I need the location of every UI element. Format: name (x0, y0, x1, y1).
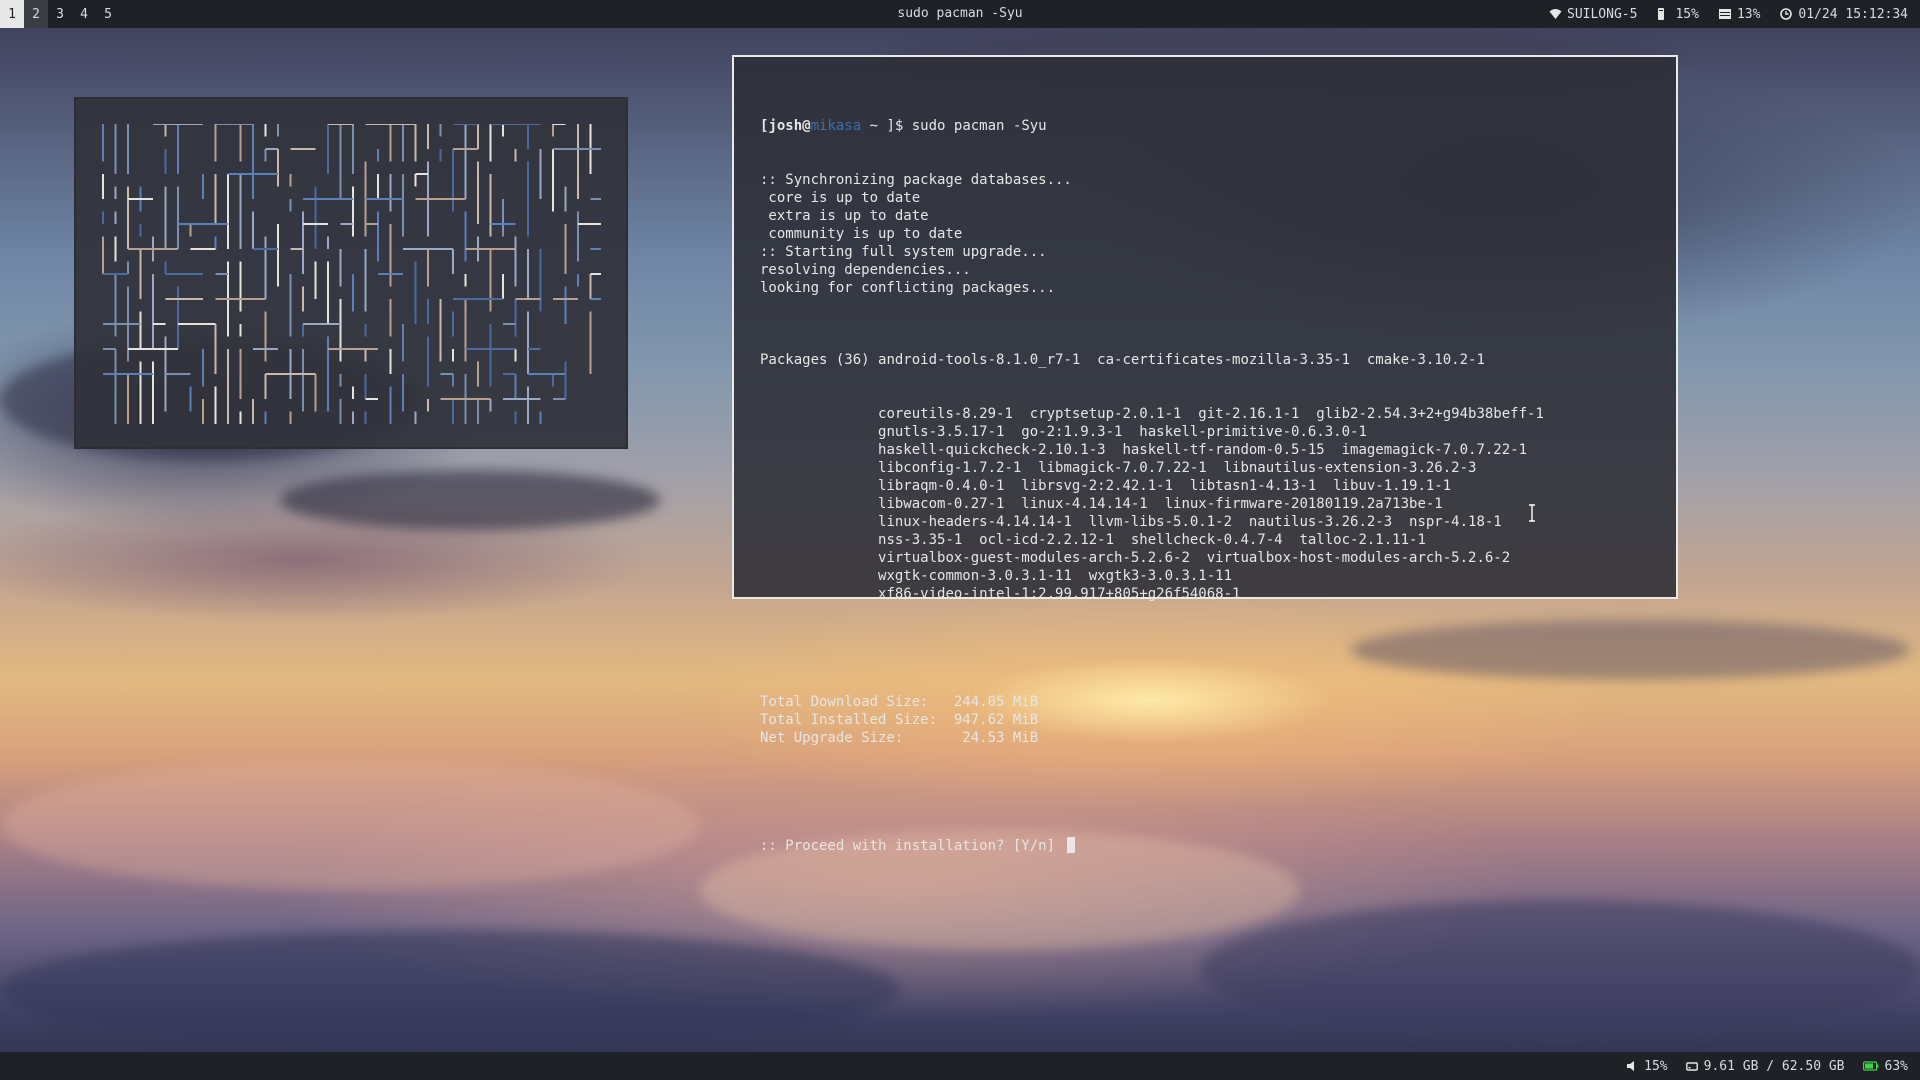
wallpaper-cloud (280, 470, 660, 530)
package-line-row: haskell-quickcheck-2.10.1-3 haskell-tf-r… (760, 441, 1650, 459)
package-line-row: libconfig-1.7.2-1 libmagick-7.0.7.22-1 l… (760, 459, 1650, 477)
top-status-bar: 1 2 3 4 5 sudo pacman -Syu SUILONG-5 15% (0, 0, 1920, 28)
terminal-prompt-line: [josh@mikasa ~ ]$ sudo pacman -Syu (760, 118, 1047, 134)
package-line: libwacom-0.27-1 linux-4.14.14-1 linux-fi… (878, 496, 1443, 512)
wallpaper-cloud (0, 760, 700, 890)
package-line: wxgtk-common-3.0.3.1-11 wxgtk3-3.0.3.1-1… (878, 568, 1233, 584)
terminal-output-line: core is up to date (760, 190, 921, 206)
sync-output: :: Synchronizing package databases... co… (760, 171, 1650, 315)
proceed-line[interactable]: :: Proceed with installation? [Y/n] (760, 837, 1650, 855)
package-line: libraqm-0.4.0-1 librsvg-2:2.42.1-1 libta… (878, 478, 1452, 494)
size-summary: Total Download Size: 244.05 MiB Total Ins… (760, 693, 1650, 747)
wifi-network-name: SUILONG-5 (1567, 6, 1638, 22)
workspace-5-button[interactable]: 5 (96, 0, 120, 28)
package-line-row: virtualbox-guest-modules-arch-5.2.6-2 vi… (760, 549, 1650, 567)
package-line-row: libraqm-0.4.0-1 librsvg-2:2.42.1-1 libta… (760, 477, 1650, 495)
package-line: linux-headers-4.14.14-1 llvm-libs-5.0.1-… (878, 514, 1502, 530)
terminal-output-line: looking for conflicting packages... (760, 280, 1056, 296)
summary-line: Net Upgrade Size: 24.53 MiB (760, 730, 1039, 746)
package-line: coreutils-8.29-1 cryptsetup-2.0.1-1 git-… (878, 406, 1544, 422)
package-line-row: gnutls-3.5.17-1 go-2:1.9.3-1 haskell-pri… (760, 423, 1650, 441)
summary-line: Total Download Size: 244.05 MiB (760, 694, 1039, 710)
terminal-output-line: :: Starting full system upgrade... (760, 244, 1047, 260)
package-line: haskell-quickcheck-2.10.1-3 haskell-tf-r… (878, 442, 1528, 458)
terminal-cursor (1067, 837, 1076, 853)
battery-level: 63% (1884, 1058, 1908, 1074)
workspace-2-button[interactable]: 2 (24, 0, 48, 28)
terminal-output-line: resolving dependencies... (760, 262, 971, 278)
volume-status[interactable]: 15% (1626, 1058, 1668, 1074)
package-line-row: libwacom-0.27-1 linux-4.14.14-1 linux-fi… (760, 495, 1650, 513)
memory-status[interactable]: 13% (1718, 6, 1761, 22)
disk-usage: 9.61 GB / 62.50 GB (1703, 1058, 1845, 1074)
terminal-window[interactable]: [josh@mikasa ~ ]$ sudo pacman -Syu :: Sy… (732, 55, 1678, 854)
maze-animation-window[interactable] (74, 97, 628, 449)
package-line: xf86-video-intel-1:2.99.917+805+g26f5406… (878, 586, 1241, 602)
package-line: libconfig-1.7.2-1 libmagick-7.0.7.22-1 l… (878, 460, 1477, 476)
terminal-output-line: extra is up to date (760, 208, 929, 224)
package-line: gnutls-3.5.17-1 go-2:1.9.3-1 haskell-pri… (878, 424, 1367, 440)
workspace-1-button[interactable]: 1 (0, 0, 24, 28)
clock-status[interactable]: 01/24 15:12:34 (1780, 7, 1908, 22)
battery-icon (1862, 1060, 1879, 1072)
bottom-status-bar: 15% 9.61 GB / 62.50 GB 63% (0, 1052, 1920, 1080)
package-line-row: xf86-video-intel-1:2.99.917+805+g26f5406… (760, 585, 1650, 603)
battery-status[interactable]: 63% (1862, 1058, 1908, 1074)
memory-icon (1718, 8, 1731, 20)
prompt-command: ~ ]$ sudo pacman -Syu (861, 118, 1047, 134)
cpu-status[interactable]: 15% (1657, 6, 1699, 22)
text-cursor-icon (1528, 504, 1536, 522)
cpu-icon (1657, 8, 1669, 20)
package-line-row: linux-headers-4.14.14-1 llvm-libs-5.0.1-… (760, 513, 1650, 531)
memory-usage: 13% (1736, 6, 1761, 22)
top-bar-status-area: SUILONG-5 15% 13% 01/24 15:12:34 (1549, 0, 1908, 28)
volume-icon (1626, 1060, 1638, 1072)
prompt-user: josh (768, 118, 803, 134)
bottom-bar-status-area: 15% 9.61 GB / 62.50 GB 63% (1626, 1052, 1908, 1080)
package-line-row: coreutils-8.29-1 cryptsetup-2.0.1-1 git-… (760, 405, 1650, 423)
clock-icon (1780, 8, 1793, 20)
summary-line: Total Installed Size: 947.62 MiB (760, 712, 1039, 728)
packages-label: Packages (36) (760, 352, 879, 368)
wifi-status[interactable]: SUILONG-5 (1549, 7, 1637, 22)
wallpaper-cloud (1200, 900, 1920, 1040)
cpu-usage: 15% (1675, 6, 1699, 22)
package-line-row: nss-3.35-1 ocl-icd-2.2.12-1 shellcheck-0… (760, 531, 1650, 549)
package-list: coreutils-8.29-1 cryptsetup-2.0.1-1 git-… (760, 405, 1650, 603)
volume-level: 15% (1644, 1058, 1668, 1074)
package-line: virtualbox-guest-modules-arch-5.2.6-2 vi… (878, 550, 1511, 566)
maze-drawing (102, 124, 601, 424)
package-line-row: wxgtk-common-3.0.3.1-11 wxgtk3-3.0.3.1-1… (760, 567, 1650, 585)
desktop-wallpaper: 1 2 3 4 5 sudo pacman -Syu SUILONG-5 15% (0, 0, 1920, 1080)
prompt-host: mikasa (810, 118, 862, 134)
package-line: nss-3.35-1 ocl-icd-2.2.12-1 shellcheck-0… (878, 532, 1426, 548)
wallpaper-cloud (0, 930, 900, 1050)
workspace-4-button[interactable]: 4 (72, 0, 96, 28)
disk-status[interactable]: 9.61 GB / 62.50 GB (1685, 1058, 1845, 1074)
workspace-3-button[interactable]: 3 (48, 0, 72, 28)
terminal-output-line: community is up to date (760, 226, 963, 242)
wifi-icon (1549, 8, 1562, 20)
package-line: android-tools-8.1.0_r7-1 ca-certificates… (878, 352, 1485, 368)
terminal-output-line: :: Synchronizing package databases... (760, 172, 1072, 188)
date-time: 01/24 15:12:34 (1798, 6, 1908, 22)
packages-first-line: Packages (36) android-tools-8.1.0_r7-1 c… (760, 351, 1650, 369)
disk-icon (1685, 1060, 1698, 1072)
proceed-prompt: :: Proceed with installation? [Y/n] (760, 838, 1064, 854)
